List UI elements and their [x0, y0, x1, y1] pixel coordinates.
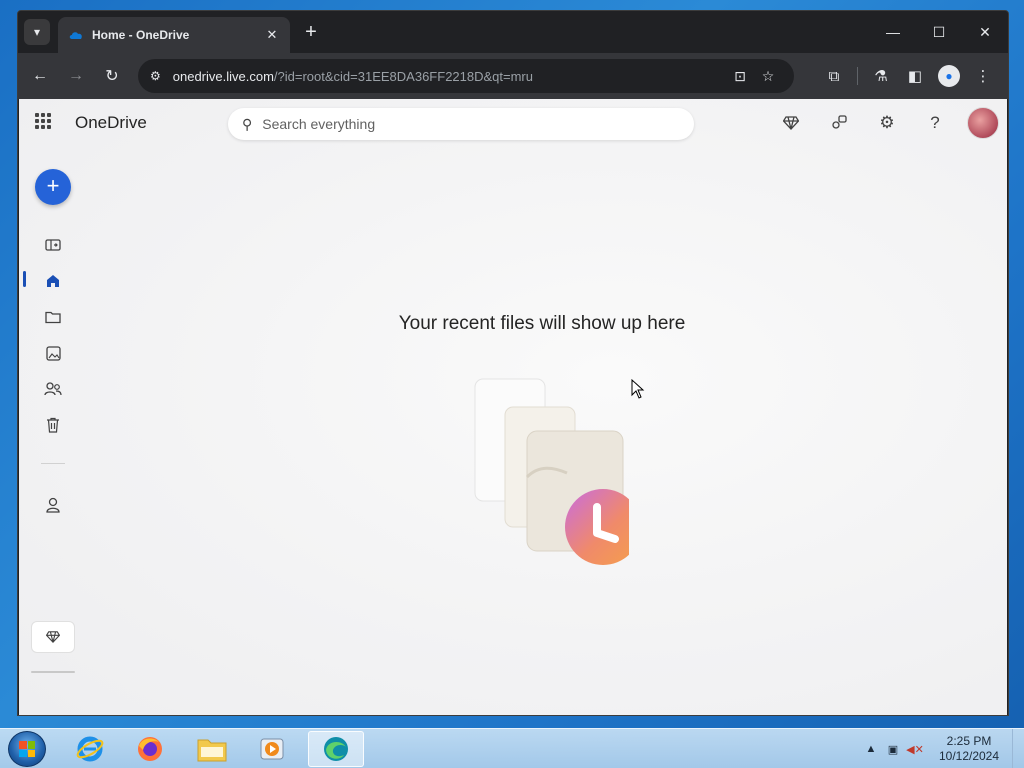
taskbar-media-player[interactable] [244, 731, 300, 767]
url-text[interactable]: onedrive.live.com/?id=root&cid=31EE8DA36… [173, 69, 726, 84]
tab-close-icon[interactable]: ✕ [264, 27, 280, 43]
chevron-down-icon: ▾ [33, 25, 41, 39]
address-bar[interactable]: ⚙ onedrive.live.com/?id=root&cid=31EE8DA… [138, 59, 794, 93]
minimize-button[interactable]: — [870, 11, 916, 53]
tab-title: Home - OneDrive [92, 28, 190, 42]
nav-photos-icon[interactable] [41, 341, 65, 365]
forward-button[interactable]: → [58, 58, 94, 94]
arrow-left-icon: ← [32, 67, 48, 84]
taskbar-internet-explorer[interactable] [62, 731, 118, 767]
left-nav-rail: + [19, 147, 87, 715]
edge-icon [324, 737, 348, 761]
app-title[interactable]: OneDrive [75, 113, 147, 133]
network-icon[interactable]: ▣ [882, 743, 904, 756]
user-avatar[interactable] [967, 107, 999, 139]
share-people-icon[interactable] [815, 107, 863, 139]
new-tab-button[interactable]: + [300, 21, 322, 43]
back-button[interactable]: ← [22, 58, 58, 94]
clock[interactable]: 2:25 PM 10/12/2024 [926, 734, 1012, 764]
reload-button[interactable]: ↻ [94, 58, 130, 94]
search-box[interactable]: ⚲ [228, 108, 694, 140]
header-actions: ⚙ ? [767, 107, 999, 139]
onedrive-cloud-icon [69, 32, 82, 39]
active-indicator [23, 271, 26, 287]
system-tray: ▲ ▣ ◀✕ 2:25 PM 10/12/2024 [860, 729, 1024, 768]
tab-onedrive[interactable]: Home - OneDrive ✕ [58, 17, 290, 53]
nav-people-person-icon[interactable] [41, 493, 65, 517]
maximize-button[interactable]: ☐ [916, 11, 962, 53]
close-window-button[interactable]: ✕ [962, 11, 1008, 53]
browser-toolbar: ← → ↻ ⚙ onedrive.live.com/?id=root&cid=3… [18, 53, 1008, 99]
profile-icon[interactable]: ● [938, 65, 960, 87]
tab-strip: ▾ Home - OneDrive ✕ + — ☐ ✕ [18, 11, 1008, 53]
extensions-icon[interactable]: ⧉ [817, 68, 851, 85]
show-desktop-button[interactable] [1012, 729, 1024, 768]
empty-state-title: Your recent files will show up here [398, 313, 686, 334]
onedrive-page: OneDrive ⚲ ⚙ ? + [19, 99, 1007, 715]
arrow-right-icon: → [68, 67, 84, 84]
install-app-icon[interactable]: ⊡ [726, 68, 754, 85]
help-icon[interactable]: ? [911, 107, 959, 139]
url-host: onedrive.live.com [172, 68, 274, 84]
url-path: /?id=root&cid=31EE8DA36FF2218D&qt=mru [273, 68, 533, 84]
window-controls: — ☐ ✕ [870, 11, 1008, 53]
firefox-icon [138, 737, 162, 761]
site-info-icon[interactable]: ⚙ [150, 69, 161, 83]
settings-gear-icon[interactable]: ⚙ [863, 107, 911, 139]
bookmark-star-icon[interactable]: ☆ [754, 68, 782, 85]
diamond-icon [46, 631, 60, 643]
search-icon: ⚲ [242, 115, 253, 132]
rail-divider [41, 463, 65, 464]
clock-date: 10/12/2024 [938, 749, 1000, 763]
nav-home-icon[interactable] [41, 269, 65, 293]
menu-kebab-icon[interactable]: ⋮ [966, 67, 1000, 85]
browser-window: ▾ Home - OneDrive ✕ + — ☐ ✕ ← → ↻ ⚙ oned… [17, 10, 1009, 716]
tab-search-button[interactable]: ▾ [24, 19, 50, 45]
app-launcher-icon[interactable] [35, 113, 51, 129]
clock-time: 2:25 PM [946, 734, 992, 748]
search-input[interactable] [262, 116, 694, 132]
create-new-button[interactable]: + [35, 169, 71, 205]
storage-meter [31, 671, 75, 673]
toolbar-right: ⧉ ⚗ ◧ ● ⋮ [817, 59, 1000, 93]
volume-muted-icon[interactable]: ◀✕ [904, 743, 926, 756]
taskbar-edge[interactable] [308, 731, 364, 767]
start-button[interactable] [8, 731, 46, 767]
app-header: OneDrive ⚲ ⚙ ? [19, 99, 1007, 147]
taskbar-firefox[interactable] [122, 731, 178, 767]
nav-recycle-bin-icon[interactable] [41, 413, 65, 437]
windows-taskbar: ▲ ▣ ◀✕ 2:25 PM 10/12/2024 [0, 728, 1024, 768]
toolbar-divider [857, 67, 858, 85]
taskbar-file-explorer[interactable] [184, 731, 240, 767]
internet-explorer-icon [76, 736, 104, 762]
premium-diamond-icon[interactable] [767, 107, 815, 139]
mouse-cursor [631, 379, 645, 399]
tray-expand-icon[interactable]: ▲ [860, 743, 882, 755]
reload-icon: ↻ [105, 68, 119, 85]
windows-logo-icon [19, 741, 35, 757]
recent-files-illustration [474, 378, 629, 565]
media-player-icon [260, 738, 284, 760]
toggle-pane-icon[interactable] [41, 233, 65, 257]
folder-icon [197, 739, 227, 762]
premium-upgrade-button[interactable] [31, 621, 75, 653]
labs-flask-icon[interactable]: ⚗ [864, 67, 898, 85]
side-panel-icon[interactable]: ◧ [898, 67, 932, 85]
nav-shared-people-icon[interactable] [41, 377, 65, 401]
